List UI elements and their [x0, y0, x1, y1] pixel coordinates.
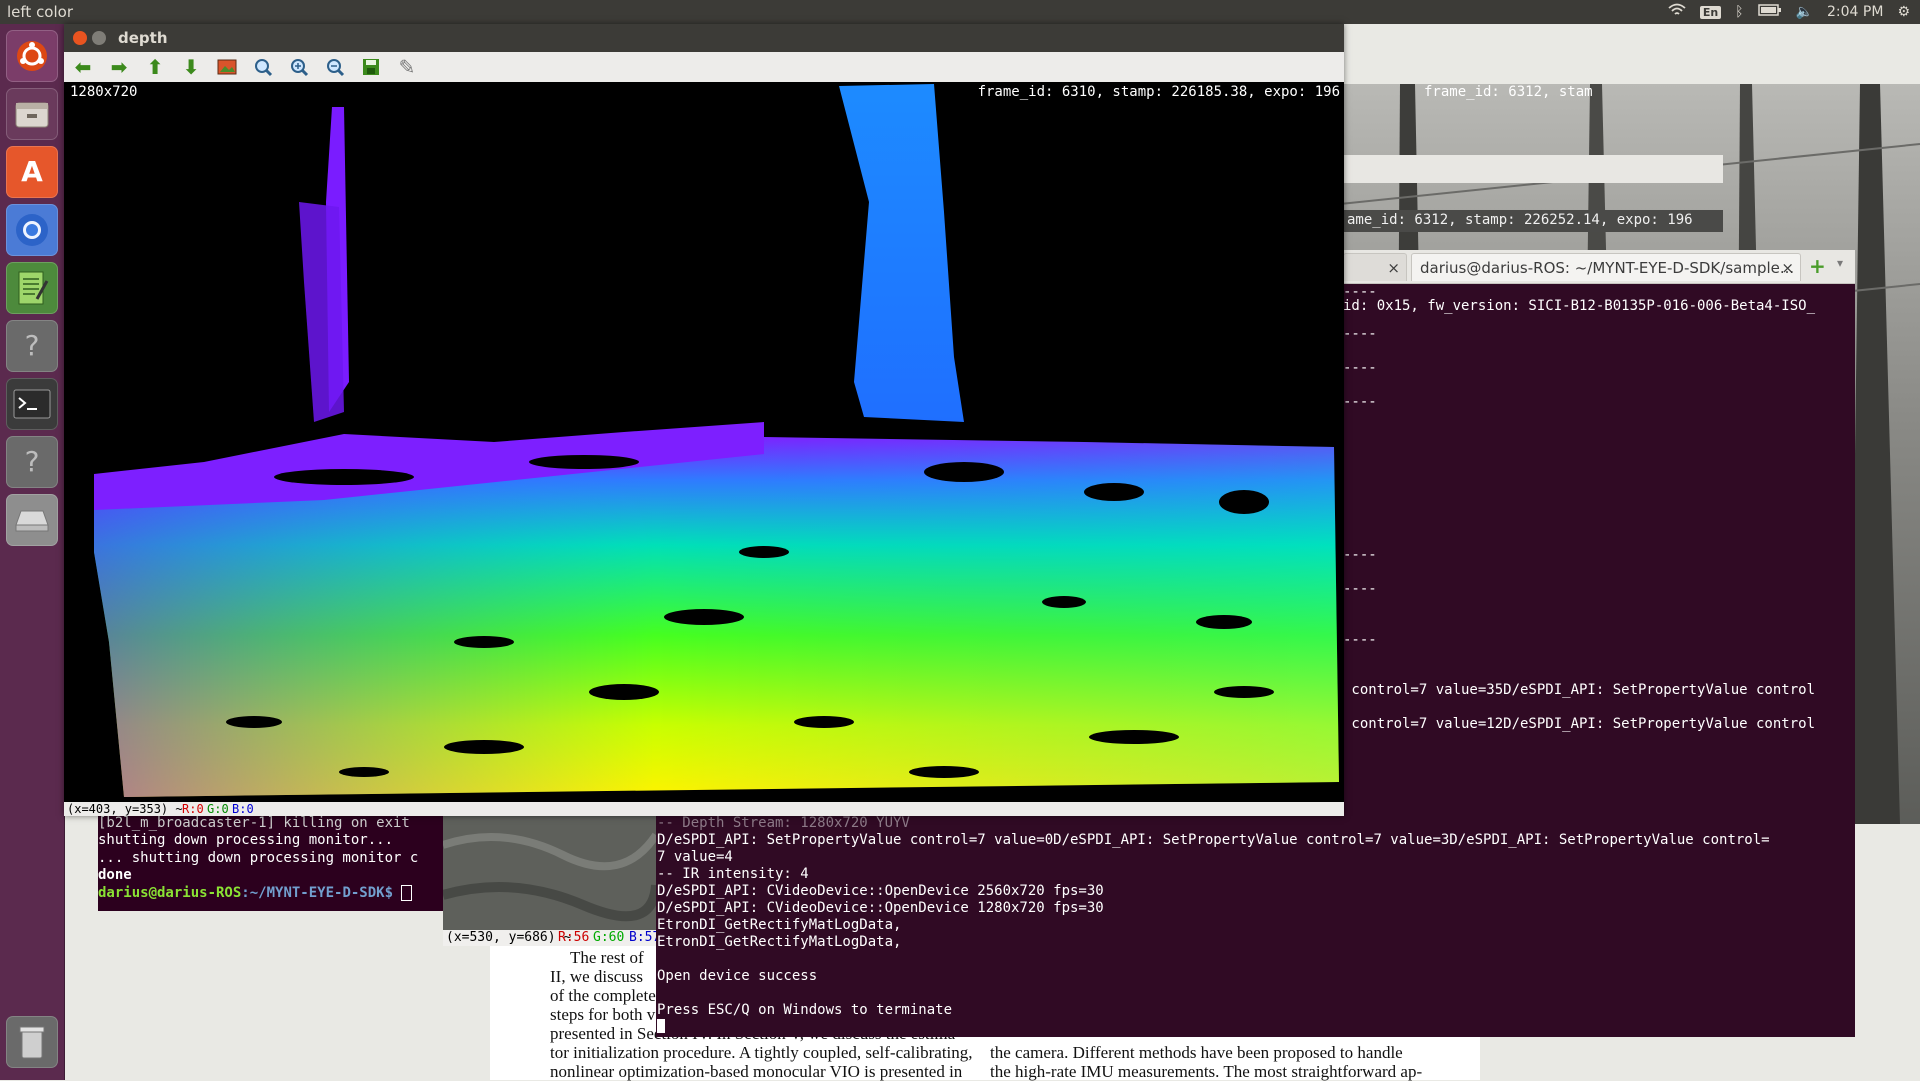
frame-info-label: frame_id: 6310, stamp: 226185.38, expo: … [977, 84, 1340, 100]
keyboard-layout-indicator[interactable]: En [1699, 5, 1722, 19]
close-tab-icon[interactable]: × [1387, 259, 1400, 277]
trash-icon[interactable] [6, 1016, 58, 1068]
new-tab-icon[interactable]: + [1809, 254, 1826, 278]
image-toolbar: ⬅ ➡ ⬆ ⬇ ✎ [64, 52, 1344, 83]
depth-window[interactable]: depth ⬅ ➡ ⬆ ⬇ ✎ 1280x720 frame_id: 6310,… [64, 24, 1344, 816]
arrow-up-icon[interactable]: ⬆ [142, 55, 168, 79]
active-window-title: left color [7, 3, 73, 21]
gray-window-titlebar [1343, 155, 1723, 183]
settings-gear-icon[interactable]: ⚙ [1897, 4, 1910, 20]
depth-status-bar: (x=403, y=353) ~ R:0 G:0 B:0 [64, 802, 1344, 816]
depth-image[interactable]: 1280x720 frame_id: 6310, stamp: 226185.3… [64, 82, 1344, 802]
gray-window-status-bar: (x=530, y=686) ~ R:56 G:60 B:57 [443, 930, 660, 946]
cursor-coords: (x=403, y=353) ~ [67, 802, 183, 816]
terminal-tab-1[interactable]: × [1343, 253, 1407, 281]
terminal-output-lower: -- Depth Stream: 1280x720 YUYV D/eSPDI_A… [656, 815, 1855, 1037]
terminal-line: done [98, 867, 132, 884]
terminal-tab-2[interactable]: darius@darius-ROS: ~/MYNT-EYE-D-SDK/samp… [1411, 253, 1801, 281]
small-terminal[interactable]: [b2l_m_broadcaster-1] killing on exit sh… [98, 815, 443, 911]
arrow-right-icon[interactable]: ➡ [106, 55, 132, 79]
properties-icon[interactable]: ✎ [394, 55, 420, 79]
terminal-cursor [657, 1019, 665, 1033]
unknown-app-icon-2[interactable]: ? [6, 436, 58, 488]
battery-icon[interactable] [1757, 4, 1782, 20]
terminal-line: ... shutting down processing monitor c [98, 849, 419, 866]
top-panel: left color En ᛒ 🔈 2:04 PM ⚙ [0, 0, 1920, 24]
arrow-left-icon[interactable]: ⬅ [70, 55, 96, 79]
gray-frame-info-top: frame_id: 6312, stam [1424, 84, 1593, 100]
unknown-app-icon[interactable]: ? [6, 320, 58, 372]
chromium-icon[interactable] [6, 204, 58, 256]
resolution-label: 1280x720 [70, 84, 138, 100]
terminal-line: [b2l_m_broadcaster-1] killing on exit [98, 815, 410, 831]
volume-muted-icon[interactable]: 🔈 [1796, 4, 1813, 20]
wifi-icon[interactable] [1668, 3, 1686, 21]
terminal-prompt[interactable]: darius@darius-ROS:~/MYNT-EYE-D-SDK$ [98, 884, 443, 902]
bluetooth-icon[interactable]: ᛒ [1735, 4, 1743, 20]
image-icon[interactable] [214, 55, 240, 79]
window-title: depth [118, 29, 168, 47]
terminal-icon[interactable] [6, 378, 58, 430]
doc-right-column: the camera. Different methods have been … [990, 1043, 1423, 1081]
zoom-out-icon[interactable] [322, 55, 348, 79]
depth-titlebar[interactable]: depth [64, 24, 1344, 52]
terminal-line: shutting down processing monitor... [98, 832, 394, 849]
disk-icon[interactable] [6, 494, 58, 546]
gray-window-frame-info: ame_id: 6312, stamp: 226252.14, expo: 19… [1343, 210, 1723, 232]
pixel-b-value: B:0 [232, 802, 254, 816]
files-icon[interactable] [6, 88, 58, 140]
software-center-icon[interactable]: A [6, 146, 58, 198]
arrow-down-icon[interactable]: ⬇ [178, 55, 204, 79]
gray-camera-image [441, 815, 661, 930]
zoom-in-icon[interactable] [286, 55, 312, 79]
save-icon[interactable] [358, 55, 384, 79]
tab-menu-chevron-icon[interactable]: ▾ [1837, 256, 1843, 270]
text-editor-icon[interactable] [6, 262, 58, 314]
close-tab-icon[interactable]: × [1781, 259, 1794, 277]
close-window-icon[interactable] [73, 31, 87, 45]
clock[interactable]: 2:04 PM [1827, 4, 1883, 20]
system-tray: En ᛒ 🔈 2:04 PM ⚙ [1668, 0, 1910, 24]
minimize-window-icon[interactable] [92, 31, 106, 45]
pixel-r-value: R:0 [182, 802, 204, 816]
launcher: A ? ? [0, 24, 65, 1080]
zoom-fit-icon[interactable] [250, 55, 276, 79]
ubuntu-dash-icon[interactable] [6, 30, 58, 82]
pixel-g-value: G:0 [207, 802, 229, 816]
terminal-tab-bar: × darius@darius-ROS: ~/MYNT-EYE-D-SDK/sa… [1343, 250, 1855, 284]
